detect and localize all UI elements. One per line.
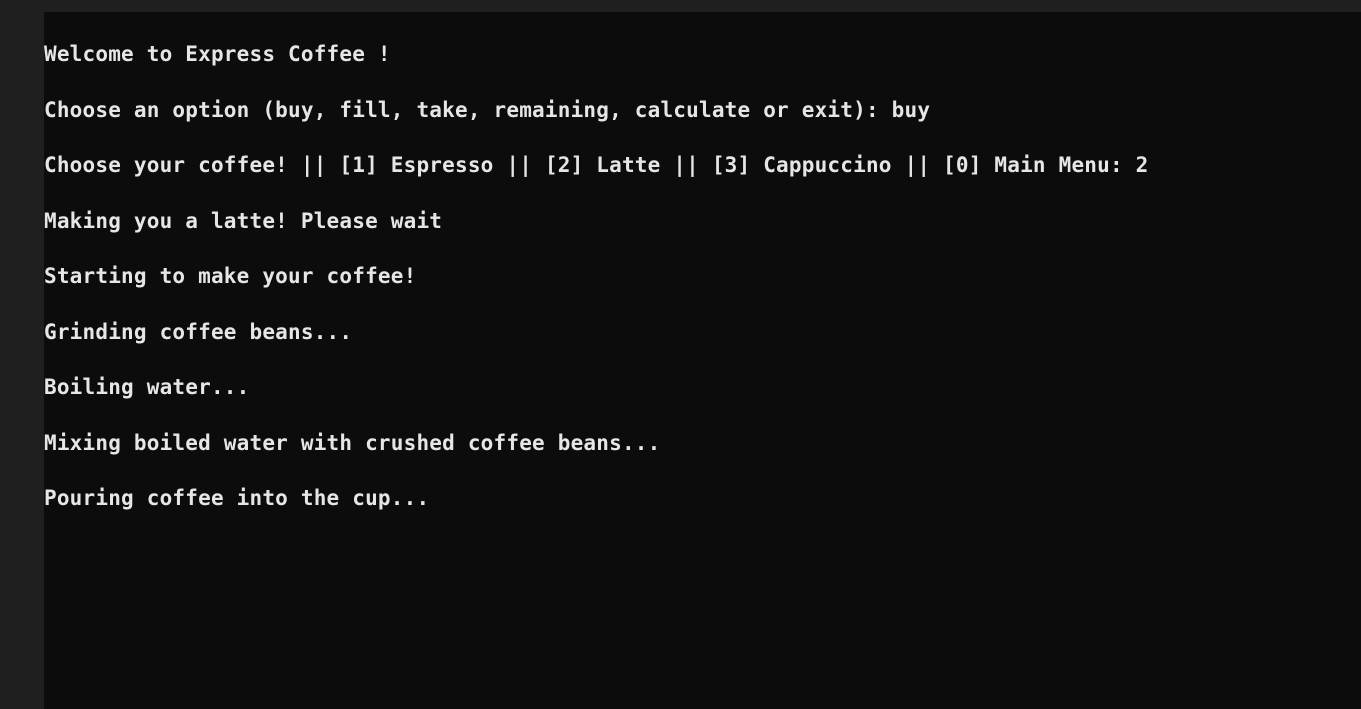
console-line-starting: Starting to make your coffee! bbox=[44, 264, 417, 288]
console-line-mixing: Mixing boiled water with crushed coffee … bbox=[44, 430, 661, 455]
console-line-boiling: Boiling water... bbox=[44, 375, 250, 399]
terminal-output[interactable]: Welcome to Express Coffee ! Choose an op… bbox=[44, 12, 1361, 709]
console-line-making-latte: Making you a latte! Please wait bbox=[44, 208, 443, 233]
console-line-coffee-prompt: Choose your coffee! || [1] Espresso || [… bbox=[44, 153, 1149, 177]
console-lines: Welcome to Express Coffee ! Choose an op… bbox=[44, 41, 1149, 541]
console-line-welcome: Welcome to Express Coffee ! bbox=[44, 42, 391, 66]
console-line-option-prompt: Choose an option (buy, fill, take, remai… bbox=[44, 97, 931, 122]
console-line-pouring: Pouring coffee into the cup... bbox=[44, 486, 430, 510]
console-line-grinding: Grinding coffee beans... bbox=[44, 319, 353, 344]
app-window: Welcome to Express Coffee ! Choose an op… bbox=[0, 0, 1361, 709]
